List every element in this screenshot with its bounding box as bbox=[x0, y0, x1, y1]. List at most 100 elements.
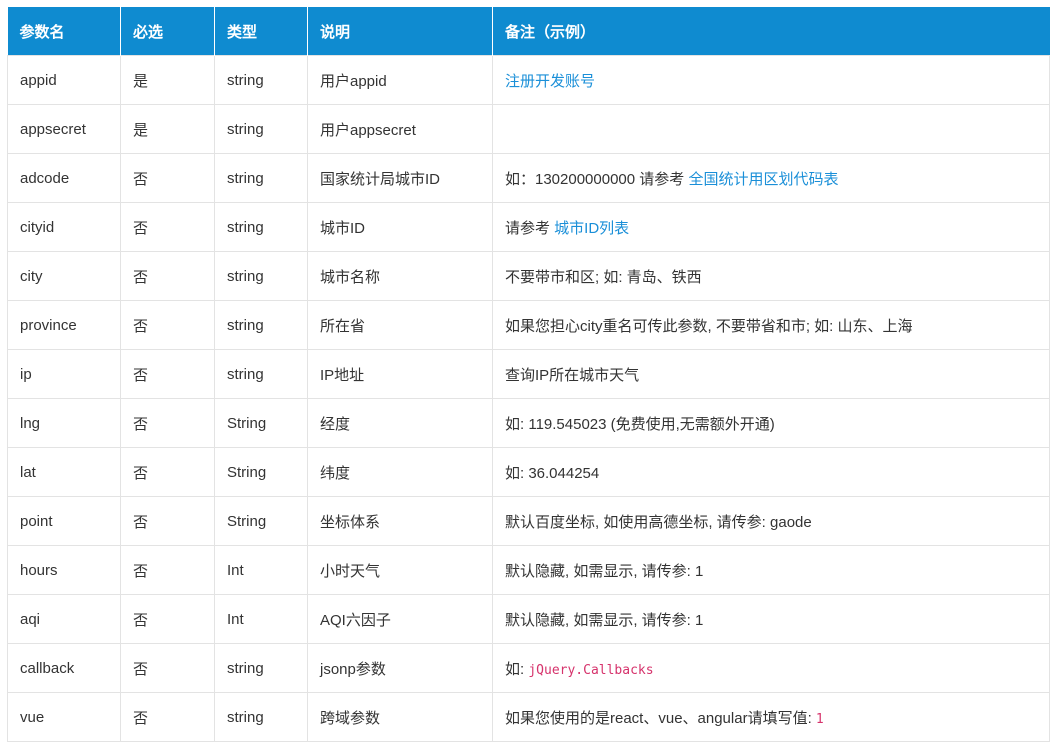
param-name: appsecret bbox=[7, 104, 121, 154]
table-header: 参数名 必选 类型 说明 备注（示例） bbox=[7, 7, 1050, 56]
param-required: 否 bbox=[120, 300, 215, 350]
param-note: 查询IP所在城市天气 bbox=[492, 349, 1050, 399]
param-name: hours bbox=[7, 545, 121, 595]
param-required: 是 bbox=[120, 55, 215, 105]
param-name: ip bbox=[7, 349, 121, 399]
header-required: 必选 bbox=[120, 7, 215, 56]
table-row: lng 否 String 经度 如: 119.545023 (免费使用,无需额外… bbox=[7, 398, 1050, 448]
register-account-link[interactable]: 注册开发账号 bbox=[505, 73, 595, 90]
param-required: 否 bbox=[120, 692, 215, 742]
param-description: IP地址 bbox=[307, 349, 493, 399]
param-description: 国家统计局城市ID bbox=[307, 153, 493, 203]
table-row: vue 否 string 跨域参数 如果您使用的是react、vue、angul… bbox=[7, 692, 1050, 742]
param-name: point bbox=[7, 496, 121, 546]
param-type: string bbox=[214, 104, 308, 154]
param-type: string bbox=[214, 349, 308, 399]
param-required: 否 bbox=[120, 153, 215, 203]
param-type: string bbox=[214, 55, 308, 105]
param-description: AQI六因子 bbox=[307, 594, 493, 644]
header-note: 备注（示例） bbox=[492, 7, 1050, 56]
param-type: String bbox=[214, 398, 308, 448]
table-row: aqi 否 Int AQI六因子 默认隐藏, 如需显示, 请传参: 1 bbox=[7, 594, 1050, 644]
table-row: province 否 string 所在省 如果您担心city重名可传此参数, … bbox=[7, 300, 1050, 350]
param-note: 如果您使用的是react、vue、angular请填写值: 1 bbox=[492, 692, 1050, 742]
param-type: string bbox=[214, 300, 308, 350]
param-required: 否 bbox=[120, 643, 215, 693]
param-note: 如: 36.044254 bbox=[492, 447, 1050, 497]
param-type: String bbox=[214, 447, 308, 497]
param-description: 用户appsecret bbox=[307, 104, 493, 154]
table-row: callback 否 string jsonp参数 如: jQuery.Call… bbox=[7, 643, 1050, 693]
note-text: 如：130200000000 请参考 bbox=[505, 170, 689, 188]
param-description: 小时天气 bbox=[307, 545, 493, 595]
param-required: 否 bbox=[120, 251, 215, 301]
param-required: 否 bbox=[120, 447, 215, 497]
params-table-container: 参数名 必选 类型 说明 备注（示例） appid 是 string 用户app… bbox=[7, 7, 1050, 742]
header-description: 说明 bbox=[307, 7, 493, 56]
table-row: lat 否 String 纬度 如: 36.044254 bbox=[7, 447, 1050, 497]
table-row: cityid 否 string 城市ID 请参考 城市ID列表 bbox=[7, 202, 1050, 252]
param-name: aqi bbox=[7, 594, 121, 644]
table-row: city 否 string 城市名称 不要带市和区; 如: 青岛、铁西 bbox=[7, 251, 1050, 301]
param-name: callback bbox=[7, 643, 121, 693]
param-required: 是 bbox=[120, 104, 215, 154]
param-name: lng bbox=[7, 398, 121, 448]
note-text: 如果您使用的是react、vue、angular请填写值: bbox=[505, 709, 816, 727]
param-type: String bbox=[214, 496, 308, 546]
param-type: string bbox=[214, 251, 308, 301]
param-type: Int bbox=[214, 594, 308, 644]
param-required: 否 bbox=[120, 398, 215, 448]
param-description: 城市ID bbox=[307, 202, 493, 252]
param-note: 如: jQuery.Callbacks bbox=[492, 643, 1050, 693]
header-type: 类型 bbox=[214, 7, 308, 56]
param-description: jsonp参数 bbox=[307, 643, 493, 693]
param-required: 否 bbox=[120, 496, 215, 546]
params-table: 参数名 必选 类型 说明 备注（示例） appid 是 string 用户app… bbox=[7, 7, 1050, 742]
param-name: vue bbox=[7, 692, 121, 742]
param-description: 所在省 bbox=[307, 300, 493, 350]
table-body: appid 是 string 用户appid 注册开发账号 appsecret … bbox=[7, 55, 1050, 742]
code-snippet: jQuery.Callbacks bbox=[528, 662, 654, 678]
table-row: point 否 String 坐标体系 默认百度坐标, 如使用高德坐标, 请传参… bbox=[7, 496, 1050, 546]
division-code-table-link[interactable]: 全国统计用区划代码表 bbox=[688, 171, 838, 188]
param-description: 经度 bbox=[307, 398, 493, 448]
header-param-name: 参数名 bbox=[7, 7, 121, 56]
param-required: 否 bbox=[120, 202, 215, 252]
param-name: lat bbox=[7, 447, 121, 497]
param-description: 城市名称 bbox=[307, 251, 493, 301]
param-required: 否 bbox=[120, 545, 215, 595]
code-snippet: 1 bbox=[815, 711, 824, 727]
param-type: Int bbox=[214, 545, 308, 595]
param-required: 否 bbox=[120, 594, 215, 644]
city-id-list-link[interactable]: 城市ID列表 bbox=[554, 220, 629, 237]
param-name: appid bbox=[7, 55, 121, 105]
note-text: 请参考 bbox=[505, 219, 555, 237]
param-type: string bbox=[214, 202, 308, 252]
param-note: 默认隐藏, 如需显示, 请传参: 1 bbox=[492, 545, 1050, 595]
param-note: 如：130200000000 请参考 全国统计用区划代码表 bbox=[492, 153, 1050, 203]
note-text: 如: bbox=[505, 660, 529, 678]
param-name: city bbox=[7, 251, 121, 301]
table-row: hours 否 Int 小时天气 默认隐藏, 如需显示, 请传参: 1 bbox=[7, 545, 1050, 595]
param-note: 注册开发账号 bbox=[492, 55, 1050, 105]
param-type: string bbox=[214, 153, 308, 203]
param-required: 否 bbox=[120, 349, 215, 399]
param-name: adcode bbox=[7, 153, 121, 203]
param-note: 请参考 城市ID列表 bbox=[492, 202, 1050, 252]
param-description: 纬度 bbox=[307, 447, 493, 497]
param-type: string bbox=[214, 643, 308, 693]
param-note: 默认隐藏, 如需显示, 请传参: 1 bbox=[492, 594, 1050, 644]
param-note: 不要带市和区; 如: 青岛、铁西 bbox=[492, 251, 1050, 301]
param-type: string bbox=[214, 692, 308, 742]
param-note: 如果您担心city重名可传此参数, 不要带省和市; 如: 山东、上海 bbox=[492, 300, 1050, 350]
table-row: appid 是 string 用户appid 注册开发账号 bbox=[7, 55, 1050, 105]
header-row: 参数名 必选 类型 说明 备注（示例） bbox=[7, 7, 1050, 56]
param-description: 用户appid bbox=[307, 55, 493, 105]
param-name: province bbox=[7, 300, 121, 350]
table-row: ip 否 string IP地址 查询IP所在城市天气 bbox=[7, 349, 1050, 399]
table-row: appsecret 是 string 用户appsecret bbox=[7, 104, 1050, 154]
param-name: cityid bbox=[7, 202, 121, 252]
param-description: 坐标体系 bbox=[307, 496, 493, 546]
param-description: 跨域参数 bbox=[307, 692, 493, 742]
param-note: 默认百度坐标, 如使用高德坐标, 请传参: gaode bbox=[492, 496, 1050, 546]
